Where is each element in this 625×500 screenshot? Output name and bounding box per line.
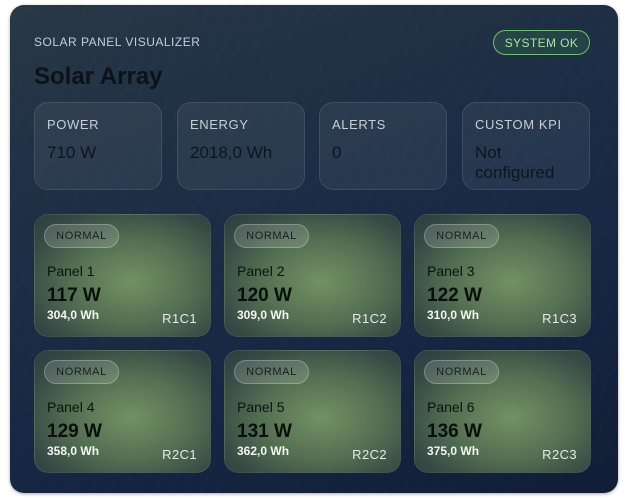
panel-status-badge: NORMAL — [44, 360, 119, 384]
panel-energy: 309,0 Wh — [237, 308, 290, 322]
panel-energy: 358,0 Wh — [47, 444, 100, 458]
solar-visualizer-card: SOLAR PANEL VISUALIZER Solar Array SYSTE… — [10, 5, 618, 493]
panel-name: Panel 1 — [47, 263, 95, 279]
panel-position: R2C2 — [352, 447, 387, 462]
kpi-value: 2018,0 Wh — [190, 143, 273, 162]
panel-tile-r1c1[interactable]: NORMAL Panel 1 117 W 304,0 Wh R1C1 — [34, 214, 211, 337]
panel-energy: 375,0 Wh — [427, 444, 480, 458]
panel-energy: 310,0 Wh — [427, 308, 480, 322]
panel-name: Panel 2 — [237, 263, 285, 279]
panel-position: R1C2 — [352, 311, 387, 326]
panel-status-badge: NORMAL — [424, 360, 499, 384]
panel-power: 120 W — [237, 285, 292, 306]
system-status-badge: SYSTEM OK — [493, 30, 590, 55]
panel-status-badge: NORMAL — [424, 224, 499, 248]
panel-power: 131 W — [237, 421, 292, 442]
panel-power: 136 W — [427, 421, 482, 442]
panel-tile-r1c3[interactable]: NORMAL Panel 3 122 W 310,0 Wh R1C3 — [414, 214, 591, 337]
kpi-label: CUSTOM KPI — [475, 117, 562, 132]
kpi-value: 0 — [332, 143, 342, 162]
kpi-power: POWER 710 W — [34, 102, 162, 190]
kpi-alerts: ALERTS 0 — [319, 102, 447, 190]
panel-position: R1C1 — [162, 311, 197, 326]
panel-name: Panel 5 — [237, 399, 285, 415]
panel-energy: 304,0 Wh — [47, 308, 100, 322]
panel-energy: 362,0 Wh — [237, 444, 290, 458]
panel-status-badge: NORMAL — [234, 224, 309, 248]
page-title: Solar Array — [34, 63, 163, 90]
panel-power: 117 W — [47, 285, 101, 306]
kpi-label: ALERTS — [332, 117, 386, 132]
panel-name: Panel 3 — [427, 263, 475, 279]
panel-position: R2C1 — [162, 447, 197, 462]
panel-tile-r1c2[interactable]: NORMAL Panel 2 120 W 309,0 Wh R1C2 — [224, 214, 401, 337]
kpi-label: ENERGY — [190, 117, 249, 132]
kpi-value: 710 W — [47, 143, 97, 162]
kpi-custom: CUSTOM KPI Not configured — [462, 102, 590, 190]
panel-tile-r2c1[interactable]: NORMAL Panel 4 129 W 358,0 Wh R2C1 — [34, 350, 211, 473]
panel-name: Panel 6 — [427, 399, 475, 415]
panel-tile-r2c2[interactable]: NORMAL Panel 5 131 W 362,0 Wh R2C2 — [224, 350, 401, 473]
panel-position: R1C3 — [542, 311, 577, 326]
panel-name: Panel 4 — [47, 399, 95, 415]
panel-tile-r2c3[interactable]: NORMAL Panel 6 136 W 375,0 Wh R2C3 — [414, 350, 591, 473]
card-subtitle: SOLAR PANEL VISUALIZER — [34, 35, 201, 49]
kpi-value: Not configured — [475, 143, 555, 182]
panel-position: R2C3 — [542, 447, 577, 462]
panel-power: 122 W — [427, 285, 482, 306]
panel-power: 129 W — [47, 421, 102, 442]
panel-status-badge: NORMAL — [234, 360, 309, 384]
panel-status-badge: NORMAL — [44, 224, 119, 248]
kpi-energy: ENERGY 2018,0 Wh — [177, 102, 305, 190]
kpi-label: POWER — [47, 117, 100, 132]
